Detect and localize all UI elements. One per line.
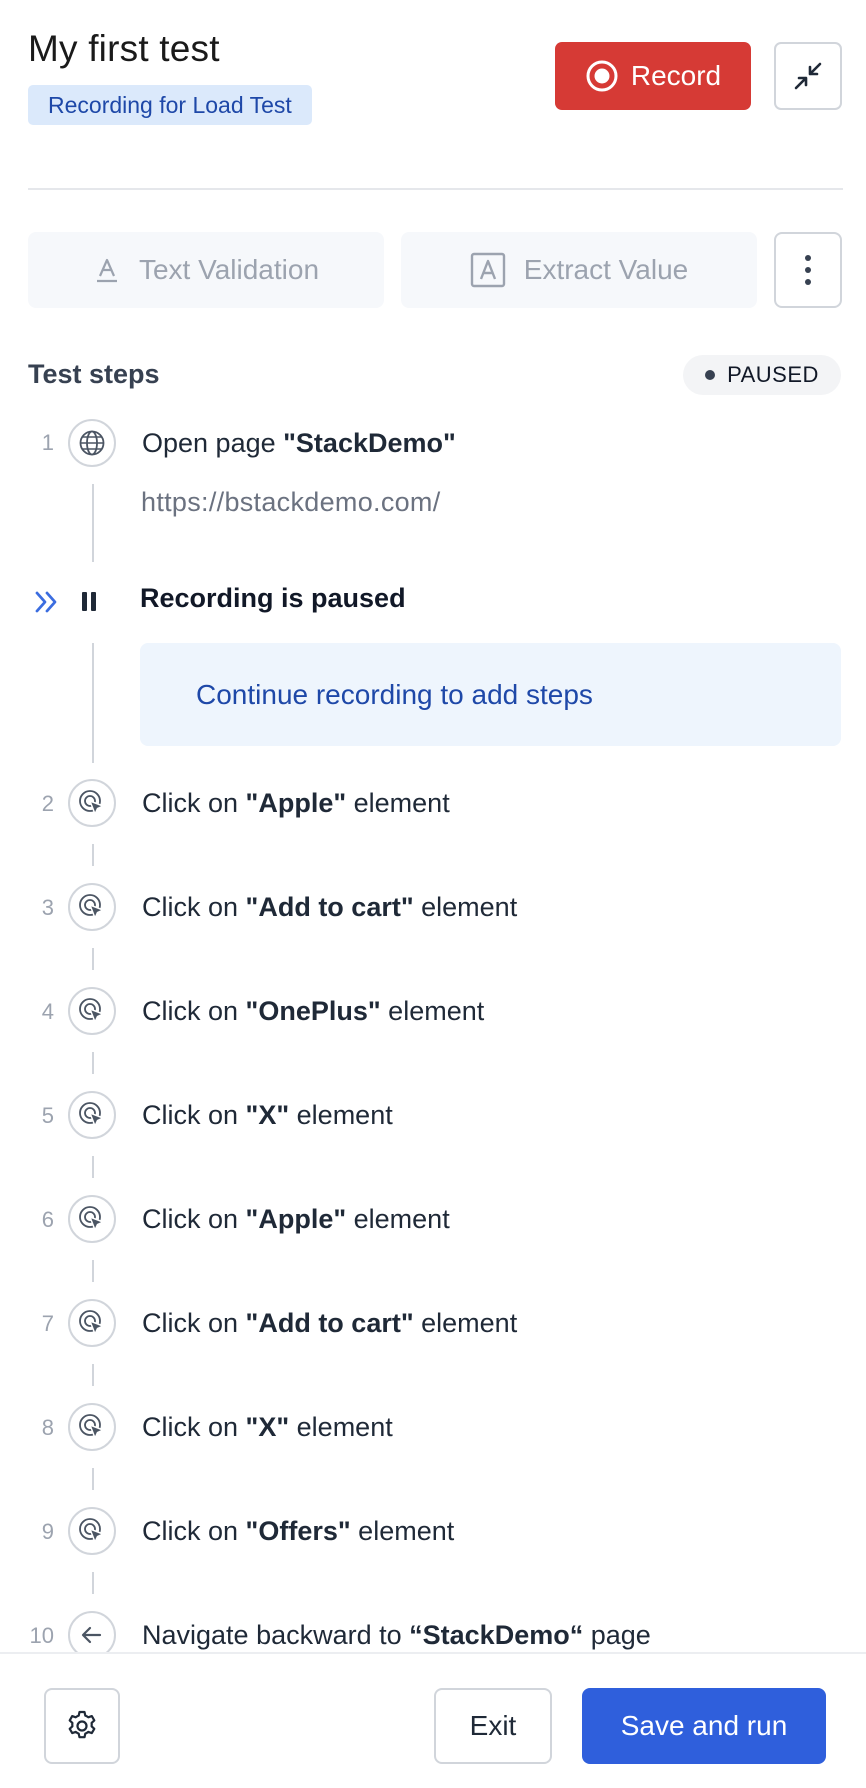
step-connector <box>92 1572 94 1594</box>
footer-bar: Exit Save and run <box>0 1652 866 1788</box>
step-4-text[interactable]: Click on "OnePlus" element <box>142 996 484 1027</box>
extract-value-button[interactable]: Extract Value <box>401 232 757 308</box>
step-target: "Add to cart" <box>245 892 414 922</box>
step-7-text[interactable]: Click on "Add to cart" element <box>142 1308 517 1339</box>
step-number: 4 <box>41 999 54 1024</box>
click-cursor-icon <box>68 1195 116 1243</box>
step-connector <box>92 484 94 562</box>
text-validation-label: Text Validation <box>138 254 320 285</box>
extract-value-icon <box>470 252 505 288</box>
step-target: "Apple" <box>245 788 347 818</box>
step-number: 2 <box>41 791 54 816</box>
header: My first test Recording for Load Test Re… <box>28 26 844 126</box>
step-connector <box>92 948 94 970</box>
text-validation-button[interactable]: Text Validation <box>28 232 384 308</box>
record-label: Record <box>630 60 722 91</box>
continue-recording-banner[interactable]: Continue recording to add steps <box>140 643 841 746</box>
step-connector <box>92 1260 94 1282</box>
step-connector <box>92 1052 94 1074</box>
header-divider <box>28 188 843 190</box>
test-steps-heading: Test steps <box>28 359 160 389</box>
click-cursor-icon <box>68 1299 116 1347</box>
status-badge: PAUSED <box>683 355 841 395</box>
exit-button[interactable]: Exit <box>434 1688 552 1764</box>
pause-icon <box>82 592 96 611</box>
step-connector <box>92 1364 94 1386</box>
step-connector <box>92 1156 94 1178</box>
gear-icon <box>68 1710 96 1739</box>
click-cursor-icon <box>68 883 116 931</box>
step-number: 8 <box>41 1415 54 1440</box>
collapse-arrows-icon <box>794 62 822 90</box>
step-1-text[interactable]: Open page "StackDemo" <box>142 428 456 459</box>
step-target: "Add to cart" <box>245 1308 414 1338</box>
step-target: "Apple" <box>245 1204 347 1234</box>
step-target: "X" <box>245 1100 290 1130</box>
text-validation-icon <box>96 258 117 283</box>
current-position-chevrons-icon <box>35 591 57 613</box>
status-dot-icon <box>705 370 716 380</box>
step-9-text[interactable]: Click on "Offers" element <box>142 1516 454 1547</box>
record-icon <box>586 60 618 92</box>
continue-recording-text: Continue recording to add steps <box>196 678 593 710</box>
step-6-text[interactable]: Click on "Apple" element <box>142 1204 450 1235</box>
step-target: “StackDemo“ <box>409 1620 584 1650</box>
save-and-run-button[interactable]: Save and run <box>582 1688 826 1764</box>
step-target: "X" <box>245 1412 290 1442</box>
step-10-text[interactable]: Navigate backward to “StackDemo“ page <box>142 1620 651 1651</box>
step-target: "StackDemo" <box>283 428 456 458</box>
recording-paused-label: Recording is paused <box>140 583 406 613</box>
click-cursor-icon <box>68 779 116 827</box>
settings-button[interactable] <box>44 1688 120 1764</box>
click-cursor-icon <box>68 1091 116 1139</box>
step-number: 3 <box>41 895 54 920</box>
record-button[interactable]: Record <box>555 42 751 110</box>
step-2-text[interactable]: Click on "Apple" element <box>142 788 450 819</box>
extract-value-label: Extract Value <box>523 254 689 285</box>
status-label: PAUSED <box>727 362 819 387</box>
test-title: My first test <box>28 28 220 69</box>
step-target: "Offers" <box>245 1516 351 1546</box>
globe-icon <box>68 419 116 467</box>
step-8-text[interactable]: Click on "X" element <box>142 1412 393 1443</box>
step-number: 9 <box>41 1519 54 1544</box>
vertical-dots-icon <box>805 255 811 261</box>
step-number: 5 <box>41 1103 54 1128</box>
more-options-button[interactable] <box>774 232 842 308</box>
step-3-text[interactable]: Click on "Add to cart" element <box>142 892 517 923</box>
recording-type-badge: Recording for Load Test <box>28 85 312 125</box>
step-number: 1 <box>41 430 54 455</box>
step-target: "OnePlus" <box>245 996 381 1026</box>
click-cursor-icon <box>68 987 116 1035</box>
step-number: 6 <box>41 1207 54 1232</box>
step-connector <box>92 1468 94 1490</box>
step-number: 10 <box>29 1623 54 1648</box>
step-connector <box>92 643 94 763</box>
step-5-text[interactable]: Click on "X" element <box>142 1100 393 1131</box>
collapse-button[interactable] <box>774 42 842 110</box>
click-cursor-icon <box>68 1403 116 1451</box>
step-1-url: https://bstackdemo.com/ <box>141 487 441 517</box>
step-number: 7 <box>41 1311 54 1336</box>
step-connector <box>92 844 94 866</box>
click-cursor-icon <box>68 1507 116 1555</box>
